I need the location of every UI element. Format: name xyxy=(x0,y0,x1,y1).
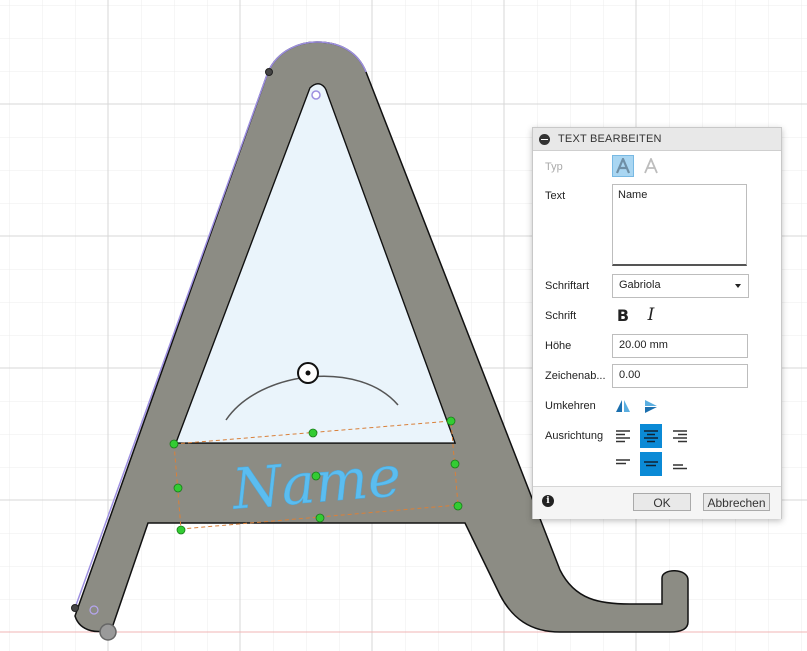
rotation-handle-dot xyxy=(305,370,311,376)
flip-horizontal-button[interactable] xyxy=(612,395,634,417)
font-label: Schriftart xyxy=(545,280,590,292)
align-right-icon xyxy=(673,430,687,443)
valign-bottom-button[interactable] xyxy=(669,453,691,475)
dialog-footer: i OK Abbrechen xyxy=(533,486,781,519)
type-label: Typ xyxy=(545,161,563,173)
font-select-value: Gabriola xyxy=(619,279,661,291)
align-center-icon xyxy=(644,430,658,443)
height-label: Höhe xyxy=(545,340,572,352)
italic-icon: I xyxy=(647,305,655,325)
dialog-title: TEXT BEARBEITEN xyxy=(558,133,662,145)
flip-vertical-icon xyxy=(645,400,657,413)
origin-point[interactable] xyxy=(99,623,117,641)
flip-vertical-button[interactable] xyxy=(640,395,662,417)
flip-label: Umkehren xyxy=(545,400,596,412)
spacing-input[interactable]: 0.00 xyxy=(612,364,748,388)
italic-button[interactable]: I xyxy=(640,304,662,326)
valign-middle-button[interactable] xyxy=(640,452,662,476)
type-text-icon xyxy=(615,158,631,174)
style-label: Schrift xyxy=(545,310,577,322)
type-path-button[interactable] xyxy=(640,155,662,177)
bold-button[interactable]: B xyxy=(612,304,634,326)
ok-button[interactable]: OK xyxy=(633,493,691,511)
type-text-button[interactable] xyxy=(612,155,634,177)
text-handle-corner[interactable] xyxy=(453,501,463,511)
bold-icon: B xyxy=(616,305,630,325)
text-handle-center[interactable] xyxy=(311,471,321,481)
dialog-header[interactable]: TEXT BEARBEITEN xyxy=(533,128,781,151)
chevron-down-icon xyxy=(735,284,741,288)
text-handle-edge[interactable] xyxy=(173,483,183,493)
valign-top-icon xyxy=(616,459,630,465)
align-center-button[interactable] xyxy=(640,424,662,448)
sketch-point[interactable] xyxy=(71,604,79,612)
align-left-button[interactable] xyxy=(612,425,634,447)
flip-horizontal-icon xyxy=(616,400,630,412)
text-handle-edge[interactable] xyxy=(450,459,460,469)
collapse-icon[interactable] xyxy=(539,133,550,145)
text-label: Text xyxy=(545,190,566,202)
text-handle-corner[interactable] xyxy=(176,525,186,535)
valign-middle-icon xyxy=(644,461,658,467)
text-handle-corner[interactable] xyxy=(169,439,179,449)
align-right-button[interactable] xyxy=(669,425,691,447)
type-path-icon xyxy=(644,158,658,174)
spacing-label: Zeichenab... xyxy=(545,370,606,382)
arc-center-point[interactable] xyxy=(311,90,321,100)
text-handle-corner[interactable] xyxy=(446,416,456,426)
cancel-button[interactable]: Abbrechen xyxy=(703,493,770,511)
text-input[interactable]: Name xyxy=(612,184,747,266)
font-select[interactable]: Gabriola xyxy=(612,274,749,298)
info-icon[interactable]: i xyxy=(542,495,554,507)
valign-bottom-icon xyxy=(673,464,687,470)
edit-text-dialog: TEXT BEARBEITEN Typ Text Name Schriftart… xyxy=(532,127,782,519)
text-handle-edge[interactable] xyxy=(308,428,318,438)
text-handle-edge[interactable] xyxy=(315,513,325,523)
valign-top-button[interactable] xyxy=(612,453,634,475)
sketch-point[interactable] xyxy=(265,68,273,76)
height-input[interactable]: 20.00 mm xyxy=(612,334,748,358)
align-left-icon xyxy=(616,430,630,443)
align-label: Ausrichtung xyxy=(545,430,604,442)
